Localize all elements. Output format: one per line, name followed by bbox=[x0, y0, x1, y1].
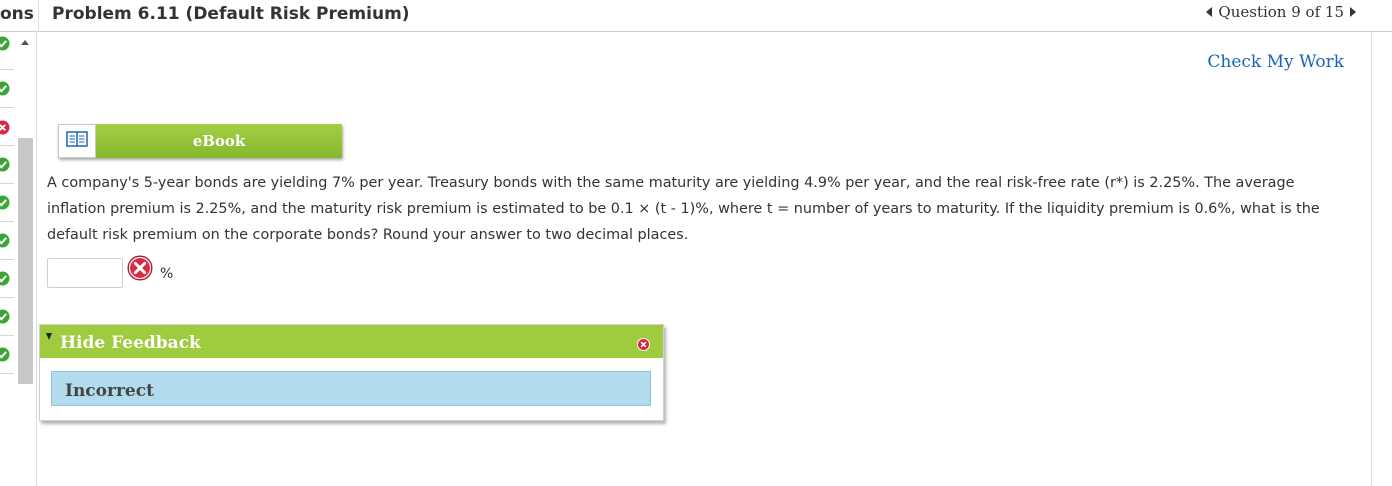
rail-item[interactable] bbox=[0, 260, 14, 298]
hide-feedback-toggle[interactable]: Hide Feedback bbox=[60, 333, 201, 353]
check-circle-icon bbox=[0, 271, 10, 286]
question-rail bbox=[0, 32, 14, 486]
answer-unit: % bbox=[160, 266, 174, 282]
header-divider bbox=[38, 0, 39, 32]
check-circle-icon bbox=[0, 347, 10, 362]
question-navigator: Question 9 of 15 bbox=[1206, 3, 1356, 21]
rail-item[interactable] bbox=[0, 336, 14, 374]
page-title: Problem 6.11 (Default Risk Premium) bbox=[52, 4, 410, 24]
incorrect-x-icon bbox=[127, 255, 153, 281]
feedback-header[interactable]: Hide Feedback bbox=[40, 325, 663, 358]
problem-text: A company's 5-year bonds are yielding 7%… bbox=[47, 175, 1320, 243]
section-label: ons bbox=[0, 4, 34, 24]
prev-question-icon[interactable] bbox=[1206, 7, 1213, 17]
rail-item[interactable] bbox=[0, 108, 14, 146]
question-counter: Question 9 of 15 bbox=[1218, 3, 1344, 21]
open-book-icon bbox=[66, 130, 88, 152]
page-header: ons Problem 6.11 (Default Risk Premium) … bbox=[0, 0, 1392, 32]
next-question-icon[interactable] bbox=[1350, 7, 1356, 17]
rail-scrollbar[interactable] bbox=[17, 32, 34, 486]
check-circle-icon bbox=[0, 157, 10, 172]
content-divider bbox=[36, 32, 37, 486]
close-icon[interactable] bbox=[637, 336, 650, 351]
ebook-label: eBook bbox=[96, 124, 342, 158]
rail-item[interactable] bbox=[0, 184, 14, 222]
ebook-icon-box bbox=[58, 124, 96, 158]
check-circle-icon bbox=[0, 81, 10, 96]
check-circle-icon bbox=[0, 36, 10, 51]
rail-item[interactable] bbox=[0, 298, 14, 336]
rail-item[interactable] bbox=[0, 32, 14, 70]
feedback-result: Incorrect bbox=[51, 371, 651, 406]
scroll-up-icon[interactable] bbox=[17, 36, 34, 50]
feedback-panel: Hide Feedback Incorrect bbox=[39, 324, 664, 421]
ebook-button[interactable]: eBook bbox=[58, 124, 342, 158]
scrollbar-thumb[interactable] bbox=[18, 138, 33, 384]
check-my-work-link[interactable]: Check My Work bbox=[1207, 52, 1344, 72]
x-circle-icon bbox=[0, 120, 10, 135]
check-circle-icon bbox=[0, 195, 10, 210]
content-right-border bbox=[1371, 32, 1372, 486]
rail-item[interactable] bbox=[0, 222, 14, 260]
rail-item[interactable] bbox=[0, 146, 14, 184]
check-circle-icon bbox=[0, 233, 10, 248]
rail-item[interactable] bbox=[0, 70, 14, 108]
answer-input[interactable] bbox=[47, 258, 123, 288]
caret-down-icon bbox=[46, 333, 52, 340]
check-circle-icon bbox=[0, 309, 10, 324]
